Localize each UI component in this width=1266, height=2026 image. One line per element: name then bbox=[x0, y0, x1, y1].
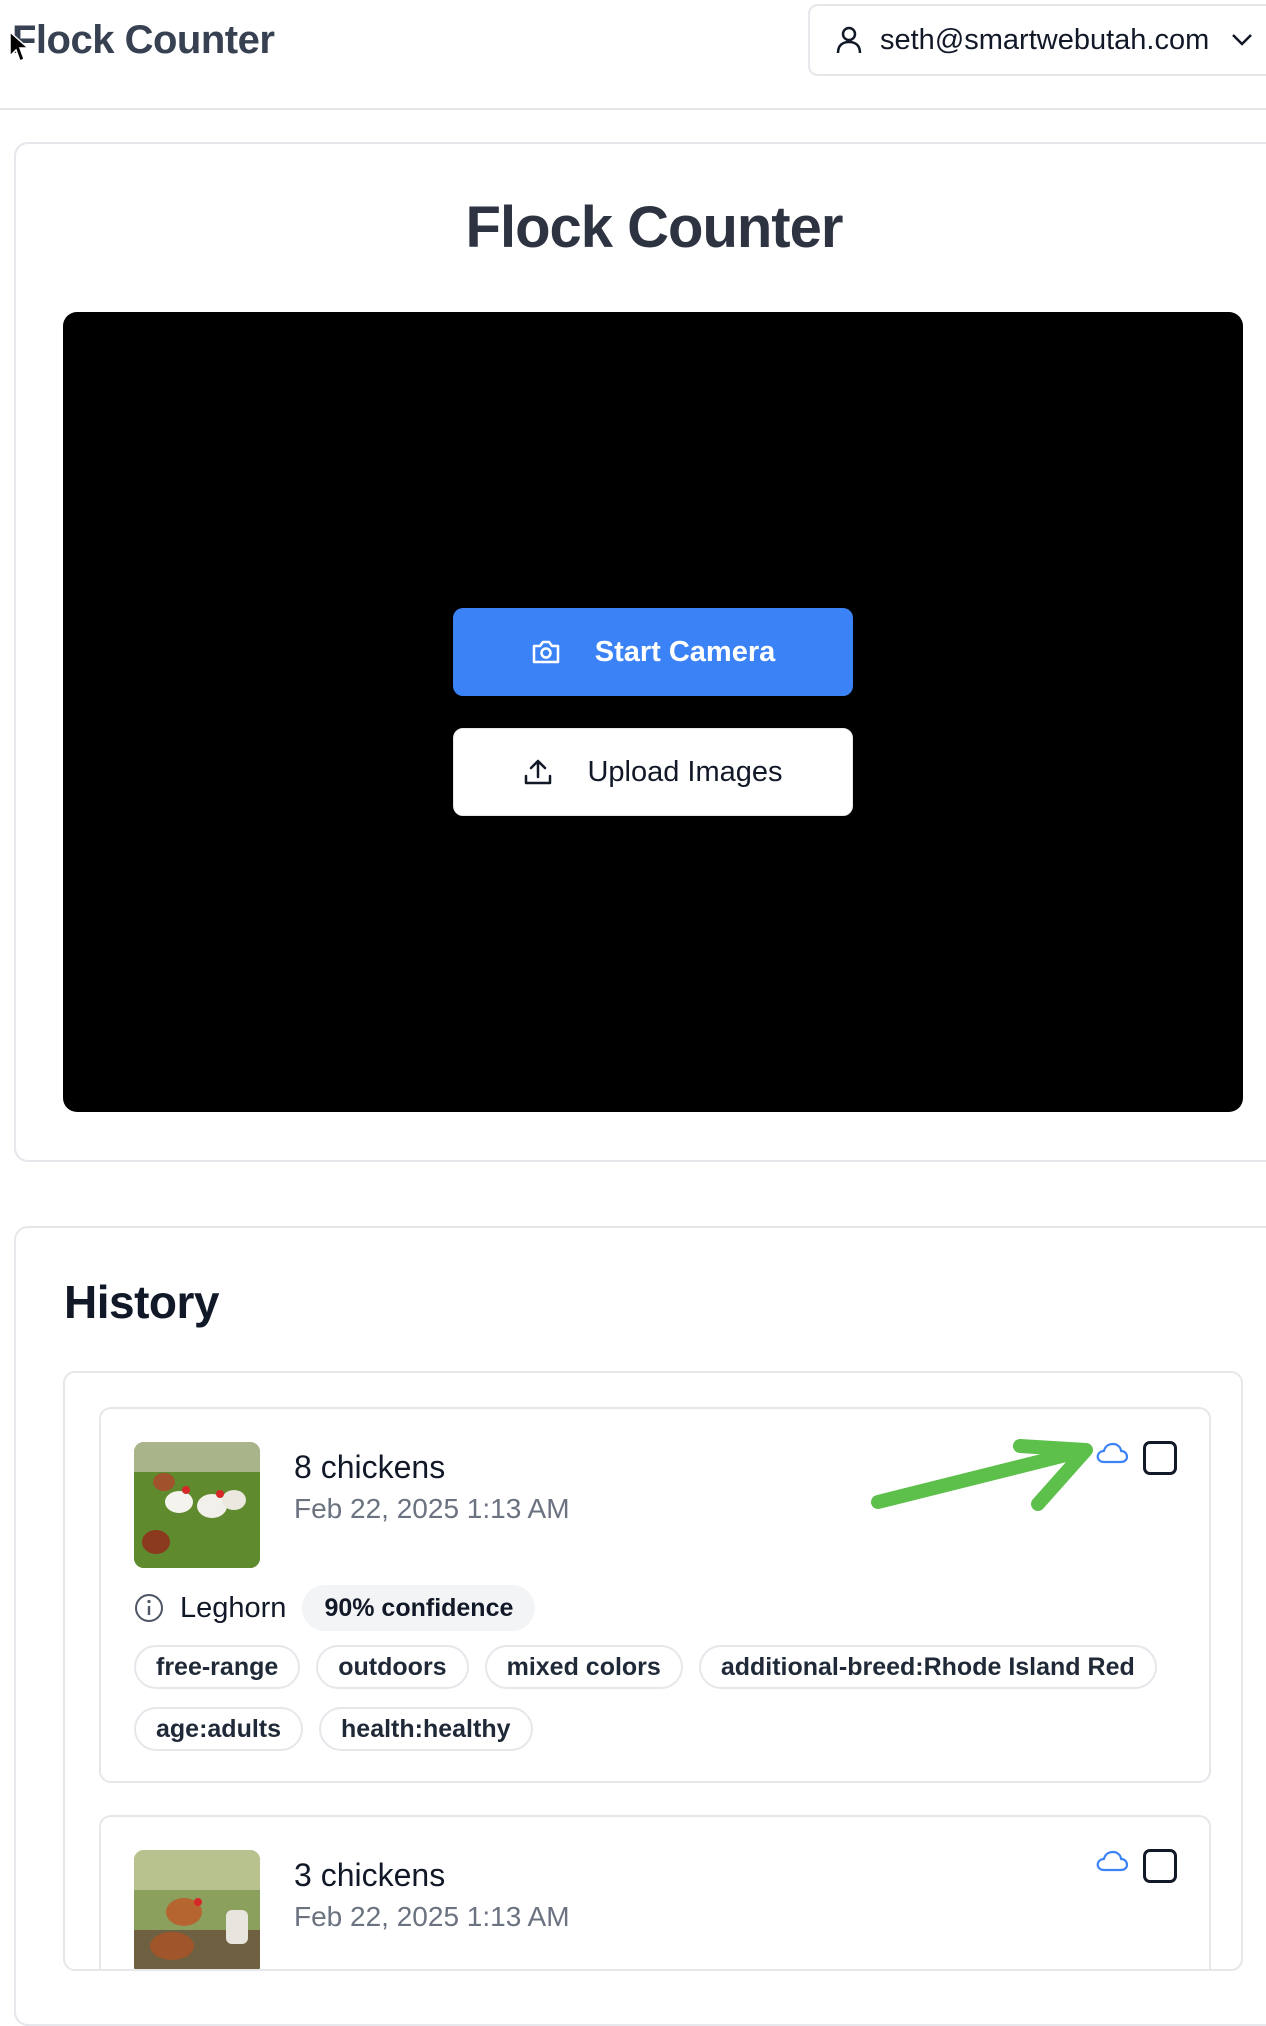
chickens-thumbnail[interactable] bbox=[134, 1850, 260, 1969]
select-checkbox[interactable] bbox=[1143, 1441, 1177, 1475]
tag: free-range bbox=[134, 1645, 301, 1689]
chicken-count: 3 chickens bbox=[294, 1857, 446, 1893]
entry-date: Feb 22, 2025 1:13 AM bbox=[294, 1493, 570, 1524]
user-menu-button[interactable]: seth@smartwebutah.com bbox=[808, 4, 1266, 76]
upload-images-label: Upload Images bbox=[587, 755, 783, 788]
upload-icon bbox=[523, 758, 553, 786]
upload-images-button[interactable]: Upload Images bbox=[453, 728, 853, 816]
history-entry[interactable]: 3 chickens Feb 22, 2025 1:13 AM bbox=[99, 1815, 1211, 1969]
chicken-count: 8 chickens bbox=[294, 1449, 446, 1485]
page-title: Flock Counter bbox=[465, 195, 844, 260]
tag-list: free-range outdoors mixed colors additio… bbox=[134, 1645, 1194, 1751]
camera-preview bbox=[63, 312, 1243, 1112]
entry-date: Feb 22, 2025 1:13 AM bbox=[294, 1901, 570, 1932]
annotation-arrow-icon bbox=[871, 1439, 1093, 1511]
confidence-badge: 90% confidence bbox=[302, 1585, 536, 1631]
breed-row: Leghorn 90% confidence bbox=[134, 1585, 536, 1631]
user-email: seth@smartwebutah.com bbox=[880, 23, 1210, 56]
tag: health:healthy bbox=[319, 1707, 533, 1751]
history-heading: History bbox=[64, 1276, 219, 1328]
user-icon bbox=[836, 26, 862, 54]
select-checkbox[interactable] bbox=[1143, 1849, 1177, 1883]
tag: additional-breed:Rhode Island Red bbox=[698, 1645, 1157, 1689]
info-icon bbox=[135, 1594, 163, 1622]
mouse-cursor-icon bbox=[9, 30, 30, 63]
cloud-icon[interactable] bbox=[1095, 1441, 1129, 1465]
chevron-down-icon bbox=[1232, 34, 1253, 46]
cloud-icon[interactable] bbox=[1095, 1849, 1129, 1873]
tag: age:adults bbox=[134, 1707, 304, 1751]
tag: mixed colors bbox=[484, 1645, 683, 1689]
chickens-thumbnail[interactable] bbox=[134, 1442, 260, 1568]
app-title[interactable]: Flock Counter bbox=[12, 18, 275, 63]
tag: outdoors bbox=[316, 1645, 469, 1689]
breed-name: Leghorn bbox=[180, 1591, 287, 1624]
top-bar: Flock Counter seth@smartwebutah.com bbox=[0, 0, 1266, 110]
camera-icon bbox=[531, 639, 561, 665]
start-camera-label: Start Camera bbox=[594, 635, 776, 668]
start-camera-button[interactable]: Start Camera bbox=[453, 608, 853, 696]
